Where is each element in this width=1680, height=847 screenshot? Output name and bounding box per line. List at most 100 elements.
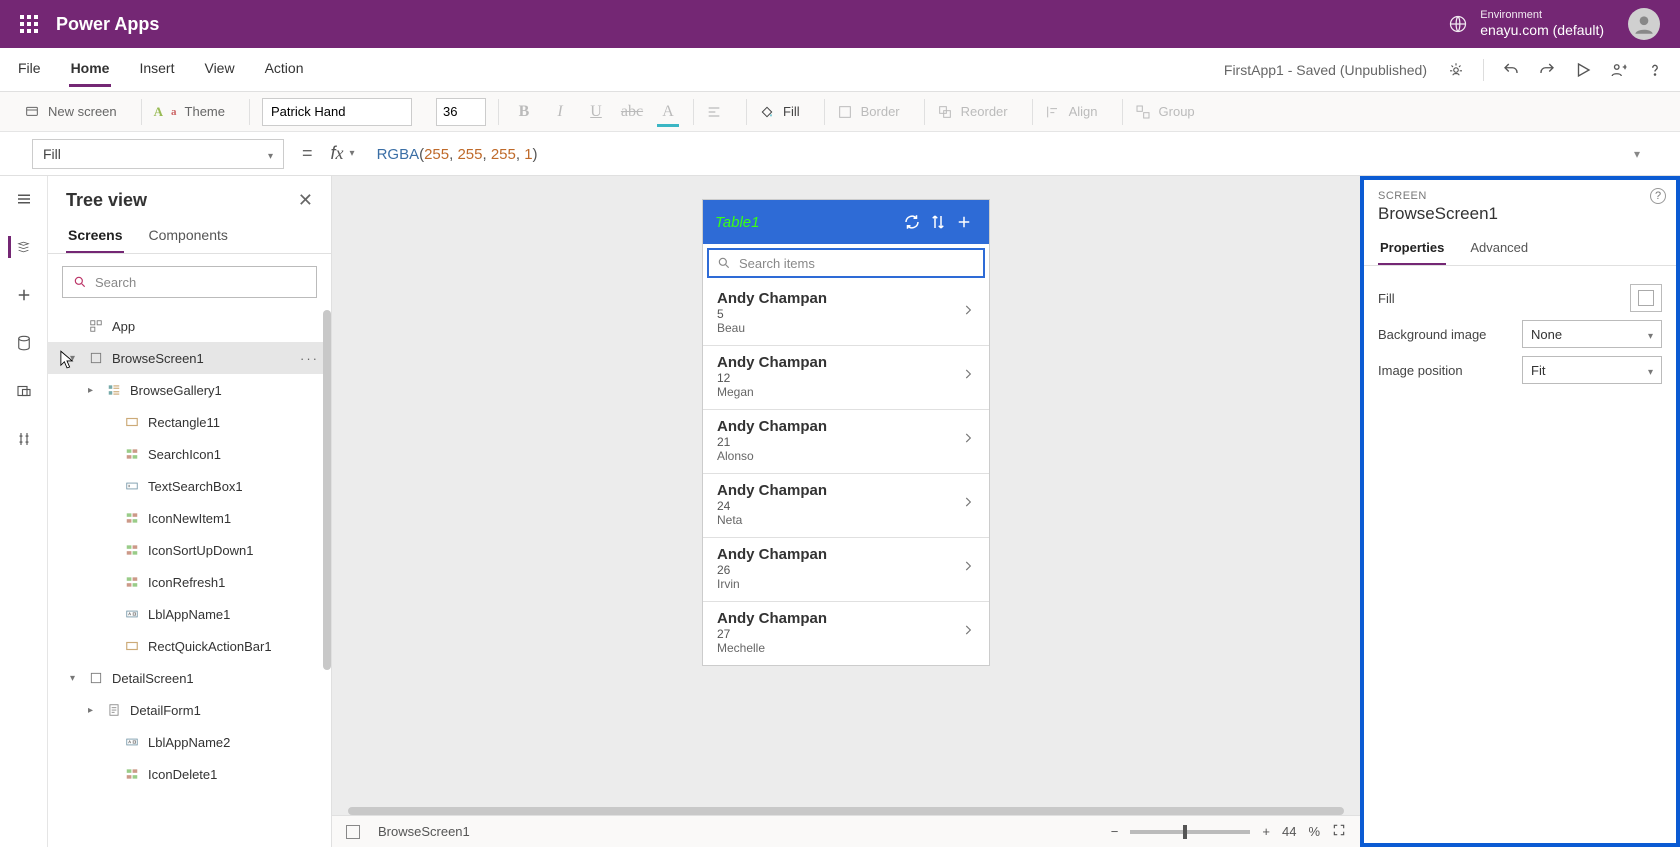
product-title: Power Apps — [56, 14, 159, 35]
iconctl-icon — [124, 510, 140, 526]
tree-node[interactable]: ▸BrowseGallery1 — [48, 374, 331, 406]
group-button[interactable]: Group — [1123, 92, 1219, 131]
chevron-right-icon[interactable] — [961, 367, 975, 386]
tree-node[interactable]: TextSearchBox1 — [48, 470, 331, 502]
zoom-slider[interactable] — [1130, 830, 1250, 834]
tree-node-label: IconSortUpDown1 — [148, 543, 254, 558]
prop-help-icon[interactable]: ? — [1650, 188, 1666, 204]
app-checker-icon[interactable] — [1447, 61, 1465, 79]
theme-button[interactable]: Aa Theme — [142, 92, 249, 131]
list-item[interactable]: Andy Champan5Beau — [703, 282, 989, 345]
tree-node[interactable]: SearchIcon1 — [48, 438, 331, 470]
menu-file[interactable]: File — [16, 52, 43, 87]
chevron-right-icon[interactable] — [961, 431, 975, 450]
tree-node[interactable]: ▾DetailScreen1 — [48, 662, 331, 694]
border-button[interactable]: Border — [825, 92, 924, 131]
font-color-button[interactable]: A — [655, 99, 681, 125]
rail-treeview-icon[interactable] — [8, 236, 30, 258]
app-header: Power Apps Environment enayu.com (defaul… — [0, 0, 1680, 48]
list-item[interactable]: Andy Champan21Alonso — [703, 409, 989, 473]
font-size-input[interactable] — [436, 98, 486, 126]
italic-button[interactable]: I — [547, 99, 573, 125]
tree-node[interactable]: ▾BrowseScreen1··· — [48, 342, 331, 374]
redo-icon[interactable] — [1538, 61, 1556, 79]
bold-button[interactable]: B — [511, 99, 537, 125]
environment-value: enayu.com (default) — [1480, 22, 1604, 39]
list-item[interactable]: Andy Champan12Megan — [703, 345, 989, 409]
refresh-icon[interactable] — [899, 213, 925, 231]
list-item[interactable]: Andy Champan24Neta — [703, 473, 989, 537]
align-control-button[interactable]: Align — [1033, 92, 1122, 131]
tree-node[interactable]: ▸DetailForm1 — [48, 694, 331, 726]
fill-button[interactable]: Fill — [747, 92, 824, 131]
menu-home[interactable]: Home — [69, 52, 112, 87]
rail-hamburger-icon[interactable] — [13, 188, 35, 210]
expand-formula-icon[interactable]: ▾ — [1634, 147, 1648, 161]
tree-node-label: IconDelete1 — [148, 767, 217, 782]
tree-search-input[interactable]: Search — [62, 266, 317, 298]
tree-node[interactable]: RectQuickActionBar1 — [48, 630, 331, 662]
label-icon — [124, 606, 140, 622]
prop-imagepos-select[interactable]: Fit — [1522, 356, 1662, 384]
rail-insert-icon[interactable] — [13, 284, 35, 306]
rail-media-icon[interactable] — [13, 380, 35, 402]
chevron-right-icon[interactable] — [961, 495, 975, 514]
tree-node[interactable]: IconRefresh1 — [48, 566, 331, 598]
menu-action[interactable]: Action — [263, 52, 306, 87]
status-screen-name[interactable]: BrowseScreen1 — [378, 824, 470, 839]
tree-node-more-icon[interactable]: ··· — [300, 351, 319, 366]
tree-node[interactable]: LblAppName2 — [48, 726, 331, 758]
prop-bgimage-select[interactable]: None — [1522, 320, 1662, 348]
prop-tab-properties[interactable]: Properties — [1378, 234, 1446, 265]
tree-node-label: SearchIcon1 — [148, 447, 221, 462]
chevron-right-icon[interactable] — [961, 623, 975, 642]
tree-tab-screens[interactable]: Screens — [66, 221, 124, 253]
rail-tools-icon[interactable] — [13, 428, 35, 450]
tree-node[interactable]: Rectangle11 — [48, 406, 331, 438]
environment-block[interactable]: Environment enayu.com (default) — [1480, 9, 1604, 39]
canvas-hscrollbar[interactable] — [348, 807, 1344, 815]
select-screen-checkbox[interactable] — [346, 825, 360, 839]
property-selector[interactable]: Fill — [32, 139, 284, 169]
font-select[interactable] — [262, 98, 412, 126]
tree-node[interactable]: App — [48, 310, 331, 342]
menu-view[interactable]: View — [202, 52, 236, 87]
waffle-icon[interactable] — [20, 15, 38, 33]
zoom-in-button[interactable]: + — [1262, 824, 1270, 839]
undo-icon[interactable] — [1502, 61, 1520, 79]
reorder-button[interactable]: Reorder — [925, 92, 1032, 131]
chevron-right-icon[interactable] — [961, 559, 975, 578]
close-treeview-icon[interactable]: ✕ — [298, 190, 313, 211]
prop-tab-advanced[interactable]: Advanced — [1468, 234, 1530, 265]
help-icon[interactable] — [1646, 61, 1664, 79]
ribbon: New screen Aa Theme B I U abc A Fill Bor… — [0, 92, 1680, 132]
list-item[interactable]: Andy Champan27Mechelle — [703, 601, 989, 665]
tree-tab-components[interactable]: Components — [146, 221, 229, 253]
tree-node[interactable]: IconNewItem1 — [48, 502, 331, 534]
app-preview[interactable]: Table1 Search items Andy Champan5BeauAnd… — [703, 200, 989, 665]
menu-insert[interactable]: Insert — [137, 52, 176, 87]
rail-data-icon[interactable] — [13, 332, 35, 354]
chevron-right-icon[interactable] — [961, 303, 975, 322]
tree-node[interactable]: IconDelete1 — [48, 758, 331, 790]
fx-button[interactable]: fx▾ — [331, 143, 355, 164]
formula-input[interactable]: RGBA(255, 255, 255, 1) — [367, 145, 1622, 163]
add-icon[interactable] — [951, 213, 977, 231]
sort-icon[interactable] — [925, 213, 951, 231]
new-screen-button[interactable]: New screen — [12, 92, 141, 131]
share-icon[interactable] — [1610, 61, 1628, 79]
preview-icon[interactable] — [1574, 61, 1592, 79]
text-align-button[interactable] — [694, 92, 746, 131]
tree-node[interactable]: LblAppName1 — [48, 598, 331, 630]
tree-scrollbar[interactable] — [323, 310, 331, 670]
list-item[interactable]: Andy Champan26Irvin — [703, 537, 989, 601]
user-avatar[interactable] — [1628, 8, 1660, 40]
fit-screen-icon[interactable] — [1332, 823, 1346, 840]
prop-fill-swatch[interactable] — [1630, 284, 1662, 312]
tree-node[interactable]: IconSortUpDown1 — [48, 534, 331, 566]
zoom-out-button[interactable]: − — [1111, 824, 1119, 839]
preview-search-input[interactable]: Search items — [707, 248, 985, 278]
strike-button[interactable]: abc — [619, 99, 645, 125]
underline-button[interactable]: U — [583, 99, 609, 125]
menu-actions — [1447, 59, 1664, 81]
